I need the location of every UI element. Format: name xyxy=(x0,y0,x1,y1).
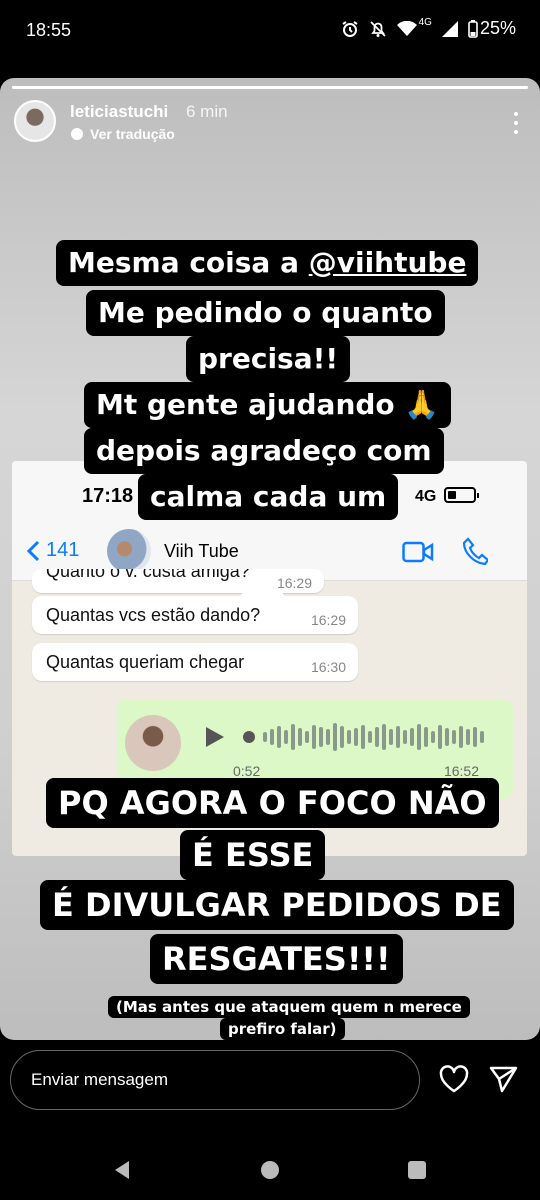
wa-message: Quantas vcs estão dando? 16:29 xyxy=(32,596,358,634)
wa-message-text: Quanto o v. custa amiga? xyxy=(46,569,250,581)
wa-battery-icon xyxy=(444,487,479,503)
waveform-bar xyxy=(431,731,435,743)
caption-line: Mesma coisa a @viihtube xyxy=(56,240,479,286)
waveform-bar xyxy=(312,725,316,749)
avatar[interactable] xyxy=(14,100,56,142)
waveform-bar xyxy=(277,726,281,748)
nav-back-icon[interactable] xyxy=(113,1160,131,1180)
waveform-bar xyxy=(438,725,442,749)
wa-voice-duration: 0:52 xyxy=(233,763,261,779)
network-label: 4G xyxy=(418,17,432,28)
wa-voice-time: 16:52 xyxy=(443,763,479,779)
story-username[interactable]: leticiastuchi xyxy=(70,102,168,122)
caption-line: Mt gente ajudando 🙏 xyxy=(84,382,452,428)
waveform-bar xyxy=(452,730,456,744)
waveform-bar xyxy=(389,729,393,745)
waveform-bar xyxy=(347,730,351,744)
waveform-bar xyxy=(417,724,421,750)
waveform-bar xyxy=(284,730,288,744)
caption-line: É ESSE xyxy=(180,830,326,880)
more-vertical-icon[interactable] xyxy=(506,108,526,138)
wa-message: Quanto o v. custa amiga? 16:29 xyxy=(32,569,324,593)
wa-message-time: 16:29 xyxy=(310,612,346,628)
waveform-bar xyxy=(333,723,337,751)
waveform-bar xyxy=(291,724,295,750)
phone-icon xyxy=(462,537,488,565)
battery-percent: 25% xyxy=(479,18,516,38)
waveform-bar xyxy=(270,729,274,745)
waveform-bar xyxy=(354,728,358,746)
story-time-ago: 6 min xyxy=(186,102,228,121)
story-progress-bar xyxy=(12,86,528,89)
wa-back-button: 141 xyxy=(26,539,79,562)
video-call-icon xyxy=(402,541,434,563)
waveform-bar xyxy=(298,728,302,746)
status-time: 18:55 xyxy=(26,20,72,40)
message-input-placeholder: Enviar mensagem xyxy=(31,1070,169,1089)
waveform-bar xyxy=(403,730,407,744)
waveform-bar xyxy=(382,724,386,750)
waveform-bar xyxy=(319,727,323,747)
waveform-bar xyxy=(424,727,428,747)
waveform-bar xyxy=(368,731,372,743)
wa-contact-name: Viih Tube xyxy=(164,541,239,561)
caption-line: É DIVULGAR PEDIDOS DE xyxy=(40,880,514,930)
caption-line: Me pedindo o quanto xyxy=(86,290,445,336)
wa-message-text: Quantas vcs estão dando? xyxy=(46,604,261,625)
see-translation-label: Ver tradução xyxy=(90,126,175,142)
wifi-icon xyxy=(396,20,417,36)
waveform-bar xyxy=(375,727,379,747)
waveform-bar xyxy=(396,726,400,748)
wa-network: 4G xyxy=(415,488,437,505)
caption-line: PQ AGORA O FOCO NÃO xyxy=(46,778,499,828)
wa-message: Quantas queriam chegar 16:30 xyxy=(32,643,358,681)
signal-icon xyxy=(441,20,458,37)
caption-line: RESGATES!!! xyxy=(150,934,403,984)
wa-back-count: 141 xyxy=(46,539,80,561)
caption-text: Mesma coisa a xyxy=(68,246,309,279)
alarm-icon xyxy=(342,20,358,37)
see-translation-link[interactable]: Ver tradução xyxy=(70,126,175,142)
waveform-bar xyxy=(466,729,470,745)
waveform-bar xyxy=(361,725,365,749)
story-viewer[interactable]: leticiastuchi 6 min Ver tradução 17:18 4… xyxy=(0,78,540,1040)
wa-voice-avatar xyxy=(125,715,181,771)
waveform-bar xyxy=(410,728,414,746)
heart-icon[interactable] xyxy=(438,1064,470,1094)
battery-icon xyxy=(468,19,478,38)
waveform-bar xyxy=(473,727,477,747)
wa-message-time: 16:30 xyxy=(310,659,346,675)
waveform-icon xyxy=(243,723,484,751)
caption-line: calma cada um xyxy=(138,474,399,520)
wa-clock: 17:18 xyxy=(82,485,134,507)
caption-line: (Mas antes que ataquem quem n merece xyxy=(108,996,470,1018)
waveform-bar xyxy=(445,728,449,746)
system-nav-bar xyxy=(0,1130,540,1200)
send-icon[interactable] xyxy=(488,1064,518,1094)
waveform-bar xyxy=(340,726,344,748)
waveform-bar xyxy=(326,729,330,745)
story-header: leticiastuchi 6 min Ver tradução xyxy=(14,100,526,146)
status-icons: 4G 25% xyxy=(341,17,516,39)
caption-line: depois agradeço com xyxy=(84,428,444,474)
waveform-bar xyxy=(480,731,484,743)
nav-home-icon[interactable] xyxy=(261,1161,279,1179)
message-input[interactable]: Enviar mensagem xyxy=(10,1050,420,1110)
story-progress-fill xyxy=(12,86,528,89)
status-bar: 18:55 4G 25% xyxy=(0,0,540,64)
waveform-bar xyxy=(305,731,309,743)
chevron-left-icon xyxy=(26,540,40,561)
wa-contact-avatar xyxy=(107,529,151,573)
caption-line: prefiro falar) xyxy=(220,1018,345,1040)
wa-message-time: 16:29 xyxy=(276,575,312,591)
nav-recents-icon[interactable] xyxy=(408,1161,426,1179)
caption-line: precisa!! xyxy=(186,336,351,382)
wa-message-text: Quantas queriam chegar xyxy=(46,651,245,672)
waveform-bar xyxy=(263,732,267,742)
mention-link[interactable]: @viihtube xyxy=(309,246,467,279)
play-icon xyxy=(206,727,224,747)
waveform-bar xyxy=(459,726,463,748)
bell-off-icon xyxy=(369,20,386,37)
translate-icon xyxy=(71,128,83,140)
